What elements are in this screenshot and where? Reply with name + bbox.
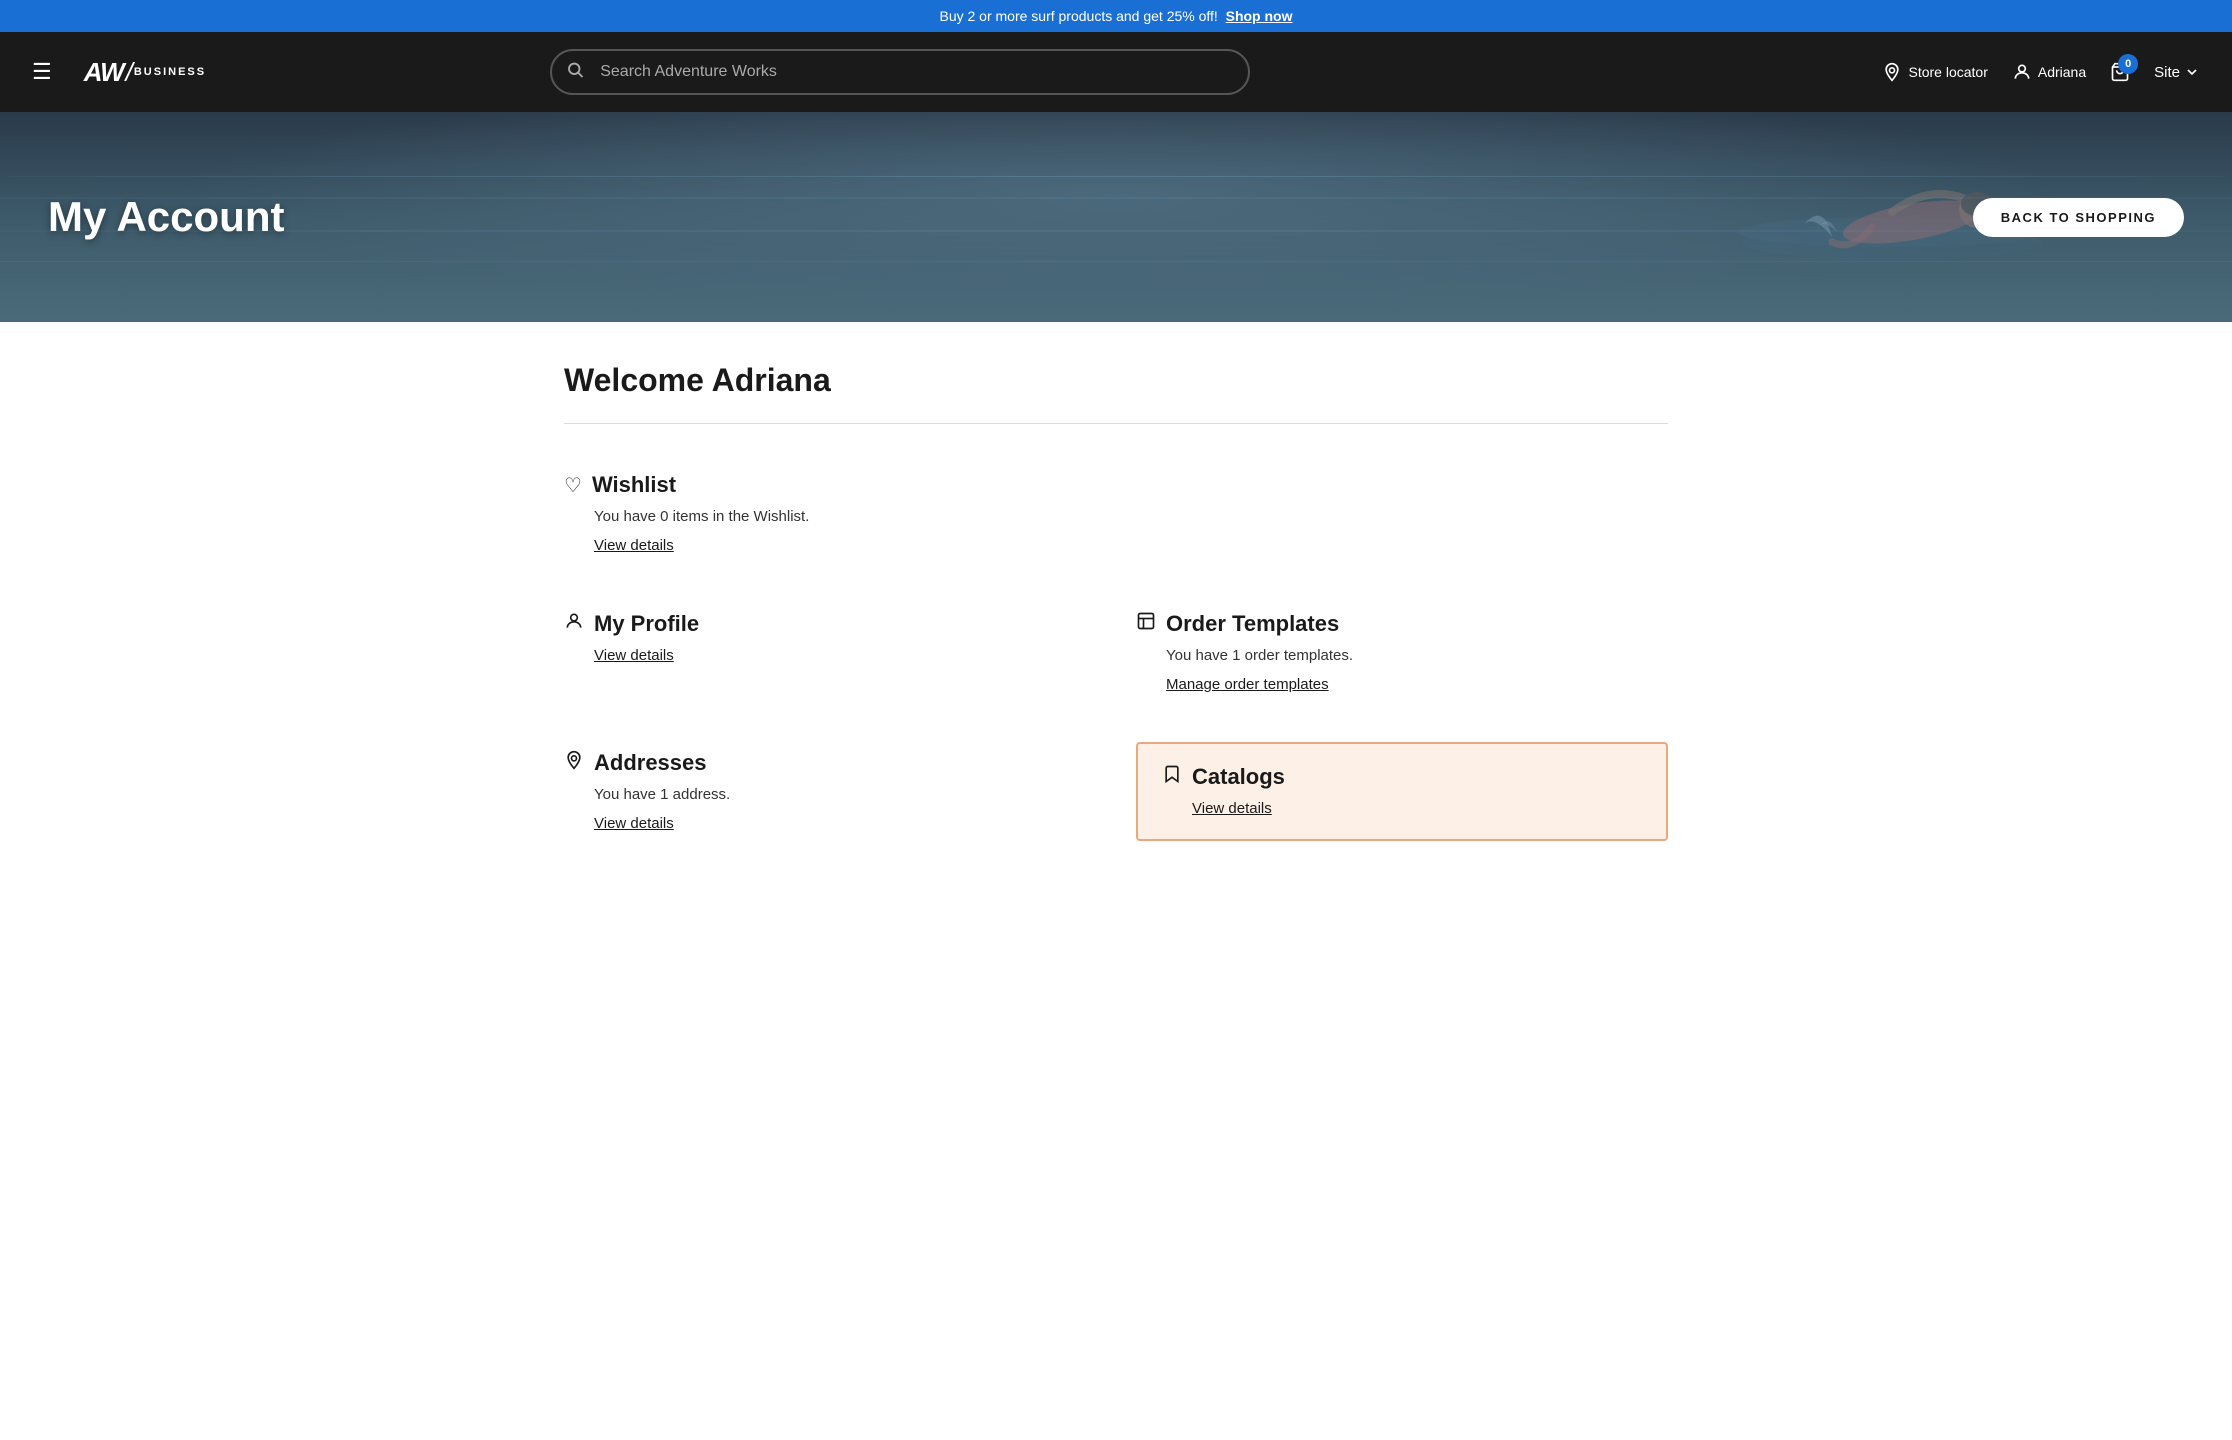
search-icon xyxy=(566,61,584,84)
back-to-shopping-button[interactable]: BACK TO SHOPPING xyxy=(1973,198,2184,237)
wishlist-view-details-link[interactable]: View details xyxy=(594,537,674,554)
user-profile-link[interactable]: Adriana xyxy=(2012,62,2086,82)
catalogs-title: Catalogs xyxy=(1192,764,1285,790)
my-profile-section: My Profile View details xyxy=(564,603,1096,702)
search-input[interactable] xyxy=(550,49,1250,95)
cart-badge: 0 xyxy=(2118,54,2138,74)
catalogs-view-details-link[interactable]: View details xyxy=(1192,800,1272,817)
catalogs-title-row: Catalogs xyxy=(1162,764,1642,790)
wishlist-description: You have 0 items in the Wishlist. xyxy=(594,508,1668,525)
main-content: Welcome Adriana ♡ Wishlist You have 0 it… xyxy=(516,322,1716,921)
catalogs-section: Catalogs View details xyxy=(1136,742,1668,841)
logo-aw-text: AW/ xyxy=(84,57,134,88)
order-templates-description: You have 1 order templates. xyxy=(1166,647,1668,664)
search-bar xyxy=(550,49,1250,95)
profile-icon xyxy=(564,611,584,637)
addresses-icon xyxy=(564,750,584,776)
profile-orders-grid: My Profile View details Order Templates … xyxy=(564,603,1668,702)
wishlist-icon: ♡ xyxy=(564,473,582,498)
hamburger-menu-icon[interactable]: ☰ xyxy=(32,59,52,85)
logo[interactable]: AW/ BUSINESS xyxy=(84,57,206,88)
wishlist-title: Wishlist xyxy=(592,472,676,498)
site-label: Site xyxy=(2154,64,2180,81)
addresses-view-details-link[interactable]: View details xyxy=(594,815,674,832)
addresses-title-row: Addresses xyxy=(564,750,1096,776)
cart-wrap: 0 xyxy=(2110,62,2130,82)
store-locator-link[interactable]: Store locator xyxy=(1882,62,1987,82)
catalogs-icon xyxy=(1162,764,1182,790)
divider xyxy=(564,423,1668,424)
order-templates-manage-link[interactable]: Manage order templates xyxy=(1166,676,1329,693)
addresses-title: Addresses xyxy=(594,750,707,776)
wishlist-section-container: ♡ Wishlist You have 0 items in the Wishl… xyxy=(564,464,1668,563)
order-templates-section: Order Templates You have 1 order templat… xyxy=(1136,603,1668,702)
profile-title-row: My Profile xyxy=(564,611,1096,637)
wishlist-section: ♡ Wishlist You have 0 items in the Wishl… xyxy=(564,464,1668,563)
addresses-catalogs-grid: Addresses You have 1 address. View detai… xyxy=(564,742,1668,841)
page-title: My Account xyxy=(48,193,284,241)
profile-view-details-link[interactable]: View details xyxy=(594,647,674,664)
welcome-heading: Welcome Adriana xyxy=(564,362,1668,399)
header-actions: Store locator Adriana 0 Site xyxy=(1882,62,2200,82)
user-label: Adriana xyxy=(2038,64,2086,80)
hero-banner: My Account BACK TO SHOPPING xyxy=(0,112,2232,322)
addresses-section: Addresses You have 1 address. View detai… xyxy=(564,742,1096,841)
logo-business-text: BUSINESS xyxy=(134,66,206,78)
order-templates-title: Order Templates xyxy=(1166,611,1339,637)
store-locator-label: Store locator xyxy=(1908,64,1987,80)
addresses-description: You have 1 address. xyxy=(594,786,1096,803)
chevron-down-icon xyxy=(2184,64,2200,80)
profile-title: My Profile xyxy=(594,611,699,637)
promo-banner: Buy 2 or more surf products and get 25% … xyxy=(0,0,2232,32)
header: ☰ AW/ BUSINESS Store locator Adriana xyxy=(0,32,2232,112)
order-templates-title-row: Order Templates xyxy=(1136,611,1668,637)
promo-link[interactable]: Shop now xyxy=(1226,8,1293,24)
user-icon xyxy=(2012,62,2032,82)
wishlist-title-row: ♡ Wishlist xyxy=(564,472,1668,498)
promo-text: Buy 2 or more surf products and get 25% … xyxy=(939,8,1217,24)
location-icon xyxy=(1882,62,1902,82)
hero-content: My Account BACK TO SHOPPING xyxy=(0,193,2232,241)
order-templates-icon xyxy=(1136,611,1156,637)
site-selector[interactable]: Site xyxy=(2154,64,2200,81)
